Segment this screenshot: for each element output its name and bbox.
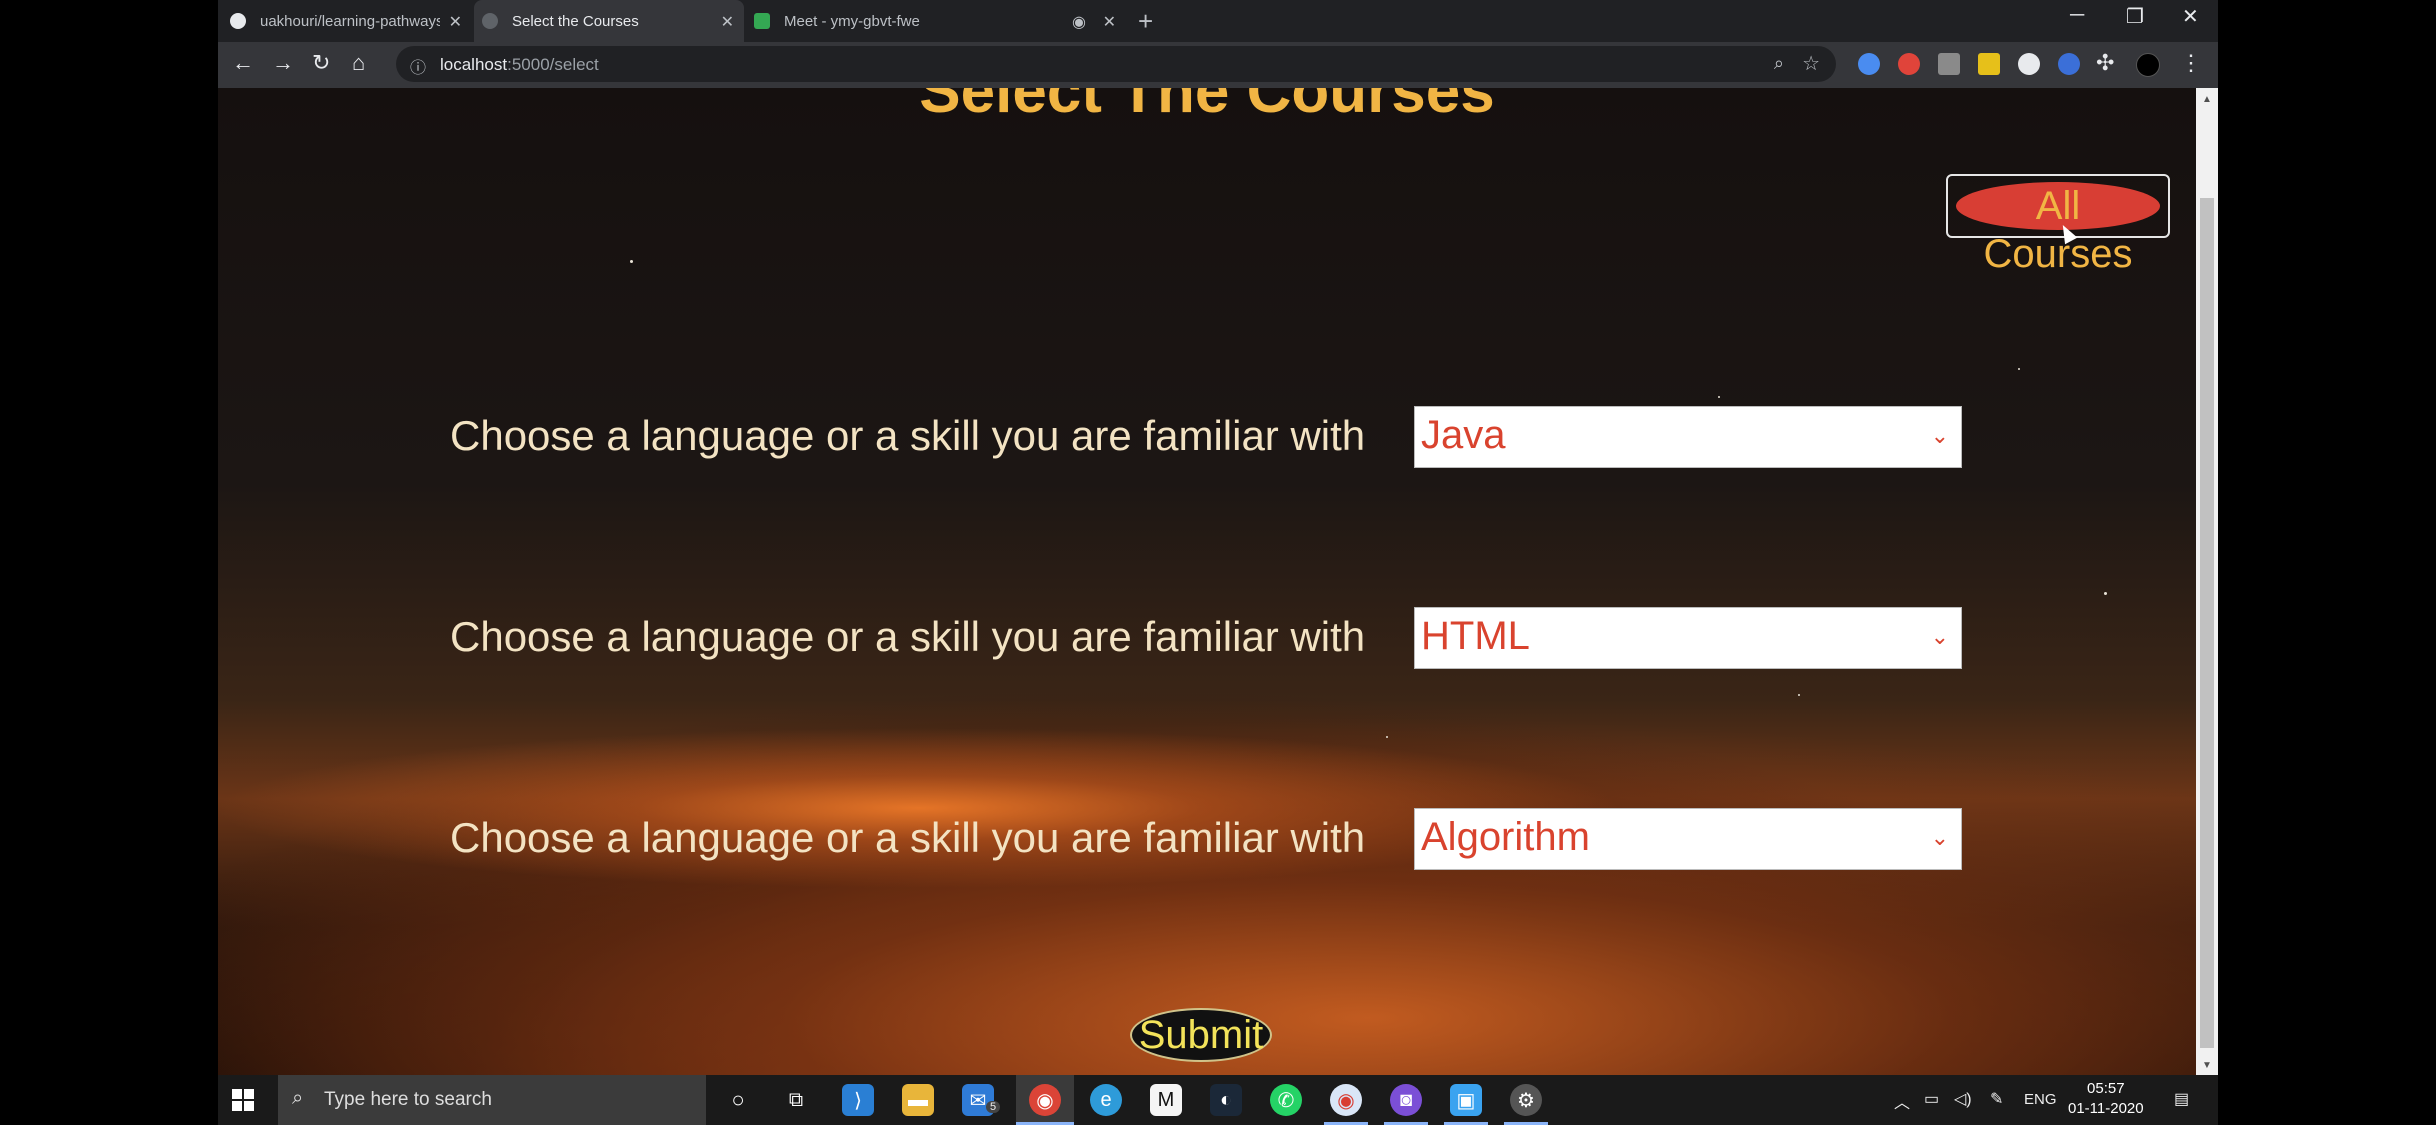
zoom-icon[interactable]: ⌕: [1774, 53, 1784, 74]
home-icon[interactable]: ⌂: [352, 50, 365, 76]
extension-icon-3[interactable]: [1938, 53, 1960, 75]
restore-button[interactable]: ❐: [2126, 4, 2144, 29]
extension-icon-6[interactable]: [2058, 53, 2080, 75]
search-placeholder: Type here to search: [324, 1089, 492, 1110]
all-courses-label: All Courses: [1956, 182, 2160, 276]
skill-select-value: HTML: [1421, 614, 1530, 658]
tab-meet[interactable]: Meet - ymy-gbvt-fwe ◉ ✕: [746, 0, 1126, 42]
skill-select-value: Algorithm: [1421, 815, 1590, 859]
star-decoration: [1798, 694, 1800, 696]
extensions-puzzle-icon[interactable]: ✣: [2096, 50, 2114, 76]
star-decoration: [1386, 736, 1388, 738]
skill-select-3[interactable]: Algorithm ⌄: [1414, 808, 1962, 870]
scroll-down-icon[interactable]: ▼: [2202, 1060, 2212, 1071]
gmail-m-icon[interactable]: M: [1150, 1084, 1182, 1116]
cortana-icon[interactable]: ○: [722, 1084, 754, 1116]
extension-icon-5[interactable]: [2018, 53, 2040, 75]
app-blue-icon[interactable]: ▣: [1450, 1084, 1482, 1116]
extension-icon-2[interactable]: [1898, 53, 1920, 75]
chevron-down-icon: ⌄: [1930, 624, 1949, 649]
tab-strip: uakhouri/learning-pathways-co ✕ Select t…: [218, 0, 2218, 42]
globe-icon: [482, 13, 498, 29]
chrome-icon[interactable]: ◉: [1029, 1084, 1061, 1116]
skill-select-1[interactable]: Java ⌄: [1414, 406, 1962, 468]
close-tab-icon[interactable]: ✕: [1103, 12, 1116, 32]
tab-label: Select the Courses: [512, 12, 639, 30]
page-viewport: Select The Courses All Courses Choose a …: [218, 88, 2196, 1075]
skill-label-1: Choose a language or a skill you are fam…: [450, 412, 1366, 459]
clock-time: 05:57: [2087, 1080, 2125, 1097]
file-explorer-icon[interactable]: ▬: [902, 1084, 934, 1116]
url-text[interactable]: localhost:5000/select: [440, 55, 599, 75]
search-icon: ⌕: [292, 1087, 304, 1109]
star-decoration: [2018, 368, 2020, 370]
windows-taskbar: ⌕ Type here to search ○ ⧉ ⟩ ▬ ✉ 5 ◉ e M …: [218, 1075, 2218, 1125]
windows-start-icon[interactable]: [232, 1089, 254, 1111]
browser-toolbar: ← → ↻ ⌂ ⓘ localhost:5000/select ⌕ ☆ ✣ ⋮: [218, 42, 2218, 88]
tab-label: uakhouri/learning-pathways-co: [260, 12, 440, 30]
skill-label-2: Choose a language or a skill you are fam…: [450, 613, 1366, 660]
battery-icon[interactable]: ▭: [1924, 1089, 1939, 1109]
submit-button[interactable]: Submit: [1130, 1008, 1272, 1062]
tab-label: Meet - ymy-gbvt-fwe: [784, 12, 920, 30]
skill-label-3: Choose a language or a skill you are fam…: [450, 814, 1366, 861]
tab-github[interactable]: uakhouri/learning-pathways-co ✕: [222, 0, 472, 42]
extension-icon-4[interactable]: [1978, 53, 2000, 75]
back-icon[interactable]: ←: [232, 50, 254, 76]
close-tab-icon[interactable]: ✕: [721, 12, 734, 32]
tab-select-courses[interactable]: Select the Courses ✕: [474, 0, 744, 42]
extension-icon-1[interactable]: [1858, 53, 1880, 75]
star-decoration: [1718, 396, 1720, 398]
close-window-button[interactable]: ✕: [2182, 4, 2199, 29]
scrollbar-thumb[interactable]: [2200, 198, 2214, 1048]
vscode-icon[interactable]: ⟩: [842, 1084, 874, 1116]
task-view-icon[interactable]: ⧉: [780, 1084, 812, 1116]
tray-expand-icon[interactable]: ︿: [1894, 1089, 1910, 1113]
page-title: Select The Courses: [919, 88, 1495, 126]
notification-icon[interactable]: ▤: [2174, 1089, 2189, 1109]
bookmark-star-icon[interactable]: ☆: [1802, 51, 1820, 76]
minimize-button[interactable]: ─: [2070, 4, 2084, 27]
chevron-down-icon: ⌄: [1930, 423, 1949, 448]
forward-icon[interactable]: →: [272, 50, 294, 76]
reload-icon[interactable]: ↻: [312, 50, 330, 76]
screen: uakhouri/learning-pathways-co ✕ Select t…: [218, 0, 2218, 1125]
chevron-down-icon: ⌄: [1930, 825, 1949, 850]
edge-icon[interactable]: e: [1090, 1084, 1122, 1116]
taskbar-clock[interactable]: 05:57 01-11-2020: [2068, 1079, 2144, 1119]
url-path: :5000/select: [507, 55, 599, 74]
pen-icon[interactable]: ✎: [1990, 1089, 2003, 1109]
menu-kebab-icon[interactable]: ⋮: [2180, 50, 2202, 76]
star-decoration: [630, 260, 633, 263]
new-tab-button[interactable]: +: [1138, 6, 1153, 37]
app-gear-icon[interactable]: ⚙: [1510, 1084, 1542, 1116]
clock-date: 01-11-2020: [2068, 1100, 2144, 1117]
info-icon[interactable]: ⓘ: [410, 54, 426, 78]
recording-icon: ◉: [1072, 14, 1086, 31]
volume-icon[interactable]: ◁): [1954, 1089, 1972, 1109]
close-tab-icon[interactable]: ✕: [449, 12, 462, 32]
skill-select-2[interactable]: HTML ⌄: [1414, 607, 1962, 669]
app-purple-icon[interactable]: ◙: [1390, 1084, 1422, 1116]
scroll-up-icon[interactable]: ▲: [2202, 94, 2212, 105]
page-scrollbar[interactable]: ▲ ▼: [2196, 88, 2218, 1075]
steam-icon[interactable]: ◐: [1210, 1084, 1242, 1116]
skill-select-value: Java: [1421, 413, 1506, 457]
mail-badge: 5: [986, 1101, 1001, 1113]
meet-icon: [754, 13, 770, 29]
whatsapp-icon[interactable]: ✆: [1270, 1084, 1302, 1116]
profile-avatar[interactable]: [2136, 53, 2160, 77]
chrome-profile-icon[interactable]: ◉: [1330, 1084, 1362, 1116]
github-icon: [230, 13, 246, 29]
star-decoration: [2104, 592, 2107, 595]
language-indicator[interactable]: ENG: [2024, 1091, 2057, 1108]
address-bar[interactable]: ⓘ localhost:5000/select ⌕ ☆: [396, 46, 1836, 82]
taskbar-search-box[interactable]: ⌕ Type here to search: [278, 1075, 706, 1125]
url-host: localhost: [440, 55, 508, 74]
